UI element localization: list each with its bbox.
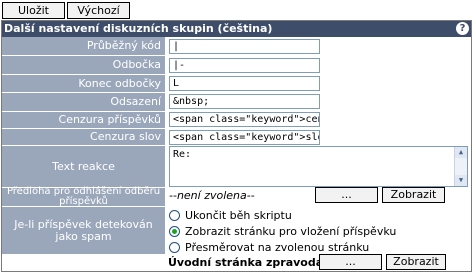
branch-end-input[interactable]: L <box>169 76 320 91</box>
unsubscribe-template-value: --není zvolena-- <box>169 189 255 202</box>
panel-title-bar: Další nastavení diskuzních skupin (češti… <box>2 21 471 37</box>
spam-option-show-form[interactable]: Zobrazit stránku pro vložení příspěvku <box>169 224 396 239</box>
unsubscribe-browse-button[interactable]: ... <box>315 187 378 203</box>
label-running-code: Průběžný kód <box>2 37 165 56</box>
label-branch: Odbočka <box>2 56 165 75</box>
spam-option-redirect[interactable]: Přesměrovat na zvolenou stránku <box>169 240 369 255</box>
news-show-button[interactable]: Zobrazit <box>386 254 446 270</box>
spam-option-redirect-label: Přesměrovat na zvolenou stránku <box>185 241 370 254</box>
reply-scrollbar[interactable]: ▲ ▼ <box>454 147 467 186</box>
scroll-down-icon[interactable]: ▼ <box>455 175 467 186</box>
post-censor-input[interactable]: <span class="keyword">cenzurov <box>169 112 320 127</box>
reply-text-value: Re: <box>173 149 192 160</box>
default-button[interactable]: Výchozí <box>67 2 130 19</box>
spam-option-stop[interactable]: Ukončit běh skriptu <box>169 208 292 223</box>
label-post-censor: Cenzura příspěvků <box>2 112 165 129</box>
label-spam: Je-li příspěvek detekován jako spam <box>2 207 165 255</box>
news-browse-button[interactable]: ... <box>319 254 382 270</box>
label-spam-value: Je-li příspěvek detekován jako spam <box>14 217 153 243</box>
settings-panel: Další nastavení diskuzních skupin (češti… <box>1 20 472 272</box>
label-reply-text-value: Text reakce <box>52 160 115 173</box>
unsubscribe-show-button[interactable]: Zobrazit <box>382 187 445 203</box>
indent-input[interactable]: &nbsp; <box>169 94 320 109</box>
save-button[interactable]: Uložit <box>2 2 65 19</box>
help-icon[interactable]: ? <box>456 22 469 35</box>
label-unsubscribe-template: Předloha pro odhlášení odběru příspěvků <box>2 186 165 207</box>
word-censor-input[interactable]: <span class="keyword">slovo cen <box>169 130 320 145</box>
spam-option-show-form-label: Zobrazit stránku pro vložení příspěvku <box>185 225 397 238</box>
reply-text-area[interactable]: Re: ▲ ▼ <box>169 146 468 187</box>
label-branch-end: Konec odbočky <box>2 75 165 93</box>
radio-stop[interactable] <box>169 210 180 221</box>
panel-title: Další nastavení diskuzních skupin (češti… <box>4 22 273 35</box>
branch-input[interactable]: |- <box>169 58 320 73</box>
radio-show-form[interactable] <box>169 226 180 237</box>
label-word-censor: Cenzura slov <box>2 129 165 146</box>
toolbar: Uložit Výchozí <box>0 0 473 21</box>
label-reply-text: Text reakce <box>2 146 165 188</box>
spam-option-stop-label: Ukončit běh skriptu <box>185 209 292 222</box>
running-code-input[interactable]: | <box>169 39 320 54</box>
label-indent: Odsazení <box>2 93 165 112</box>
label-unsubscribe-template-value: Předloha pro odhlášení odběru příspěvků <box>6 186 161 207</box>
radio-redirect[interactable] <box>169 242 180 253</box>
scroll-up-icon[interactable]: ▲ <box>455 147 467 158</box>
